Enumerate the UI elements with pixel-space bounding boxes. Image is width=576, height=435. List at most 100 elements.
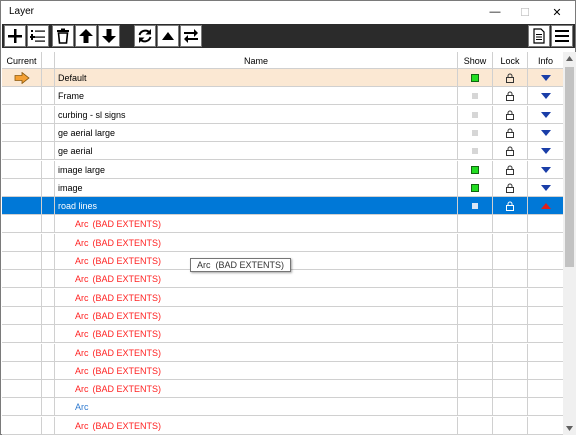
entity-name[interactable]: Arc (BAD EXTENTS) xyxy=(55,343,458,362)
column-header-info[interactable]: Info xyxy=(528,52,563,69)
entity-row[interactable]: Arc (BAD EXTENTS) xyxy=(2,380,563,399)
entity-name[interactable]: Arc (BAD EXTENTS) xyxy=(55,233,458,252)
layer-row[interactable]: Default xyxy=(2,69,563,87)
vertical-scrollbar[interactable] xyxy=(563,52,576,435)
entity-name[interactable]: Arc (BAD EXTENTS) xyxy=(55,361,458,380)
layer-row[interactable]: road lines xyxy=(2,197,563,216)
show-toggle[interactable] xyxy=(458,87,493,106)
info-toggle[interactable] xyxy=(528,87,563,105)
column-header-lock[interactable]: Lock xyxy=(493,52,528,69)
lock-toggle[interactable] xyxy=(493,197,528,216)
lock-toggle[interactable] xyxy=(493,178,528,197)
entity-row[interactable]: Arc (BAD EXTENTS) xyxy=(2,416,563,435)
entity-row[interactable]: Arc xyxy=(2,398,563,417)
show-toggle[interactable] xyxy=(458,123,493,142)
layer-row[interactable]: Frame xyxy=(2,87,563,106)
entity-row[interactable]: Arc (BAD EXTENTS) xyxy=(2,288,563,307)
column-header-current[interactable]: Current xyxy=(2,52,42,69)
move-down-button[interactable] xyxy=(98,25,120,47)
swap-button[interactable] xyxy=(180,25,202,47)
lock-icon xyxy=(506,165,514,175)
entity-name[interactable]: Arc (BAD EXTENTS) xyxy=(55,270,458,289)
layer-row[interactable]: ge aerial large xyxy=(2,123,563,142)
info-toggle[interactable] xyxy=(528,179,563,197)
lock-cell xyxy=(493,398,528,417)
show-toggle[interactable] xyxy=(458,178,493,197)
info-toggle[interactable] xyxy=(528,124,563,142)
entity-row[interactable]: Arc (BAD EXTENTS) xyxy=(2,270,563,289)
minimize-button[interactable]: — xyxy=(480,1,510,23)
current-cell[interactable] xyxy=(2,123,42,142)
current-cell[interactable] xyxy=(2,197,42,216)
lock-toggle[interactable] xyxy=(493,87,528,106)
layer-name[interactable]: ge aerial xyxy=(55,142,458,161)
entity-type: Arc xyxy=(75,384,89,395)
scrollbar-thumb[interactable] xyxy=(565,67,574,267)
layer-name[interactable]: Default xyxy=(55,69,458,87)
close-button[interactable]: ✕ xyxy=(542,1,572,23)
entity-name[interactable]: Arc (BAD EXTENTS) xyxy=(55,288,458,307)
entity-name[interactable]: Arc (BAD EXTENTS) xyxy=(55,215,458,234)
current-cell[interactable] xyxy=(2,87,42,106)
entity-name[interactable]: Arc (BAD EXTENTS) xyxy=(55,380,458,399)
column-header-show[interactable]: Show xyxy=(458,52,493,69)
column-header-name[interactable]: Name xyxy=(55,52,458,69)
collapse-button[interactable] xyxy=(157,25,179,47)
lock-toggle[interactable] xyxy=(493,69,528,87)
layer-row[interactable]: image xyxy=(2,178,563,197)
show-toggle[interactable] xyxy=(458,197,493,216)
entity-name[interactable]: Arc (BAD EXTENTS) xyxy=(55,325,458,344)
entity-row[interactable]: Arc (BAD EXTENTS) xyxy=(2,233,563,252)
move-up-button[interactable] xyxy=(75,25,97,47)
chevron-up-icon xyxy=(566,56,573,61)
info-toggle[interactable] xyxy=(528,106,563,124)
layer-row[interactable]: curbing - sl signs xyxy=(2,105,563,124)
layer-row[interactable]: image large xyxy=(2,160,563,179)
document-button[interactable] xyxy=(528,25,550,47)
lock-toggle[interactable] xyxy=(493,160,528,179)
entity-name[interactable]: Arc (BAD EXTENTS) xyxy=(55,416,458,435)
lock-toggle[interactable] xyxy=(493,142,528,161)
entity-row[interactable]: Arc (BAD EXTENTS) xyxy=(2,306,563,325)
lock-icon xyxy=(506,128,514,138)
scroll-down-button[interactable] xyxy=(563,422,576,435)
entity-name[interactable]: Arc (BAD EXTENTS) xyxy=(55,306,458,325)
info-toggle[interactable] xyxy=(528,142,563,160)
info-toggle[interactable] xyxy=(528,69,563,87)
current-cell[interactable] xyxy=(2,69,42,87)
maximize-button[interactable]: ☐ xyxy=(510,1,540,23)
current-cell[interactable] xyxy=(2,178,42,197)
layer-name[interactable]: Frame xyxy=(55,87,458,106)
menu-button[interactable] xyxy=(551,25,573,47)
layer-window: Layer — ☐ ✕ Current Name Show Lock Info … xyxy=(0,0,576,435)
entity-row[interactable]: Arc (BAD EXTENTS) xyxy=(2,343,563,362)
lock-toggle[interactable] xyxy=(493,105,528,124)
show-toggle[interactable] xyxy=(458,142,493,161)
refresh-button[interactable] xyxy=(134,25,156,47)
current-cell[interactable] xyxy=(2,142,42,161)
show-cell xyxy=(458,416,493,435)
entity-type: Arc xyxy=(75,329,89,340)
layer-list-button[interactable] xyxy=(27,25,49,47)
show-toggle[interactable] xyxy=(458,105,493,124)
current-cell[interactable] xyxy=(2,160,42,179)
delete-layer-button[interactable] xyxy=(52,25,74,47)
layer-name[interactable]: image xyxy=(55,178,458,197)
lock-toggle[interactable] xyxy=(493,123,528,142)
scroll-up-button[interactable] xyxy=(563,52,576,65)
show-toggle[interactable] xyxy=(458,69,493,87)
layer-name[interactable]: ge aerial large xyxy=(55,123,458,142)
show-toggle[interactable] xyxy=(458,160,493,179)
entity-row[interactable]: Arc (BAD EXTENTS) xyxy=(2,325,563,344)
layer-name[interactable]: road lines xyxy=(55,197,458,216)
layer-name[interactable]: curbing - sl signs xyxy=(55,105,458,124)
layer-row[interactable]: ge aerial xyxy=(2,142,563,161)
info-toggle[interactable] xyxy=(528,161,563,179)
add-layer-button[interactable] xyxy=(4,25,26,47)
entity-row[interactable]: Arc (BAD EXTENTS) xyxy=(2,361,563,380)
info-toggle[interactable] xyxy=(528,197,563,215)
entity-name[interactable]: Arc xyxy=(55,398,458,417)
current-cell[interactable] xyxy=(2,105,42,124)
entity-row[interactable]: Arc (BAD EXTENTS) xyxy=(2,215,563,234)
layer-name[interactable]: image large xyxy=(55,160,458,179)
